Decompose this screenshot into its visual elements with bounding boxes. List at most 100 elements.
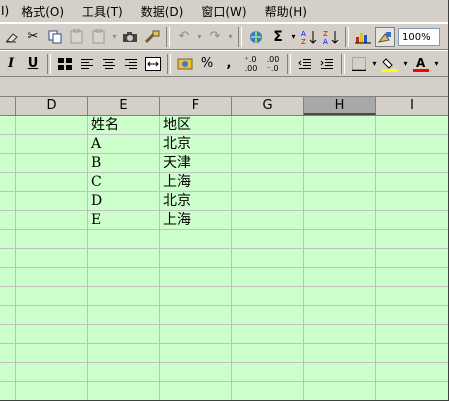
standard-toolbar: ✂ ▾ ↶ ▾ ↷ ▾ Σ ▾ AZ ZA 100%	[0, 23, 449, 50]
borders-dropdown-icon[interactable]: ▾	[370, 54, 379, 74]
increase-indent-icon[interactable]	[317, 54, 337, 74]
menu-bar: I) 格式(O) 工具(T) 数据(D) 窗口(W) 帮助(H)	[0, 0, 449, 23]
cell-f[interactable]: 上海	[160, 211, 191, 230]
drawing-icon[interactable]	[375, 26, 395, 47]
gridline	[0, 343, 449, 344]
align-right-icon[interactable]	[121, 54, 141, 74]
currency-icon[interactable]	[175, 54, 195, 74]
eraser-icon[interactable]	[1, 27, 21, 47]
format-painter-icon[interactable]	[142, 27, 162, 47]
gridline	[0, 362, 449, 363]
gridline	[15, 116, 16, 401]
toolbar-separator	[341, 53, 345, 74]
column-header-f[interactable]: F	[160, 97, 232, 115]
svg-text:Z: Z	[301, 38, 306, 45]
cell-e[interactable]: C	[88, 173, 102, 192]
toolbar-separator	[167, 53, 171, 74]
gridline	[0, 381, 449, 382]
gridline	[303, 116, 304, 401]
chart-wizard-icon[interactable]	[353, 27, 373, 47]
column-header-row: D E F G H I	[0, 97, 449, 116]
cell-e-header[interactable]: 姓名	[88, 116, 119, 135]
redo-icon[interactable]: ↷	[205, 27, 225, 47]
cell-grid[interactable]: 姓名 A B C D E 地区 北京 天津 上海 北京 上海	[0, 116, 449, 401]
cell-f[interactable]: 北京	[160, 135, 191, 154]
menu-data[interactable]: 数据(D)	[141, 3, 184, 20]
gridline	[375, 116, 376, 401]
fill-color-dropdown-icon[interactable]: ▾	[401, 54, 410, 74]
italic-icon[interactable]: I	[1, 54, 21, 74]
column-header-g[interactable]: G	[232, 97, 304, 115]
gridline	[0, 248, 449, 249]
autosum-icon[interactable]: Σ	[268, 27, 288, 47]
toolbar-separator	[345, 26, 349, 47]
camera-icon[interactable]	[120, 27, 140, 47]
column-header-h[interactable]: H	[304, 97, 376, 115]
cell-f[interactable]: 天津	[160, 154, 191, 173]
cell-e[interactable]: D	[88, 192, 102, 211]
undo-icon[interactable]: ↶	[174, 27, 194, 47]
cell-f-header[interactable]: 地区	[160, 116, 191, 135]
underline-icon[interactable]: U	[23, 54, 43, 74]
menu-tools[interactable]: 工具(T)	[82, 3, 123, 20]
column-header-partial[interactable]	[0, 97, 16, 115]
merge-cells-icon[interactable]	[55, 54, 75, 74]
formatting-toolbar: I U % , ⁺.0.00 .00 ⁻.0 ▾ ▾ A ▾	[0, 50, 449, 77]
comma-icon[interactable]: ,	[219, 54, 239, 74]
undo-dropdown-icon[interactable]: ▾	[195, 27, 204, 47]
fill-color-icon[interactable]	[380, 54, 400, 74]
gridline	[0, 210, 449, 211]
cell-f[interactable]: 上海	[160, 173, 191, 192]
toolbar-separator	[47, 53, 51, 74]
menu-help[interactable]: 帮助(H)	[265, 3, 307, 20]
gridline	[0, 286, 449, 287]
menu-window[interactable]: 窗口(W)	[201, 3, 246, 20]
paste-dropdown-icon[interactable]: ▾	[110, 27, 119, 47]
column-header-i[interactable]: I	[376, 97, 449, 115]
gridline	[231, 116, 232, 401]
hyperlink-icon[interactable]	[246, 27, 266, 47]
paste-options-icon[interactable]	[89, 27, 109, 47]
sort-descending-icon[interactable]: ZA	[321, 27, 341, 47]
cell-e[interactable]: B	[88, 154, 101, 173]
merge-center-icon[interactable]	[143, 54, 163, 74]
decrease-decimal-icon[interactable]: .00 ⁻.0	[263, 54, 283, 74]
cut-icon[interactable]: ✂	[23, 27, 43, 47]
gridline	[0, 229, 449, 230]
column-header-d[interactable]: D	[16, 97, 88, 115]
redo-dropdown-icon[interactable]: ▾	[226, 27, 235, 47]
formula-bar-area	[0, 77, 449, 97]
cell-e[interactable]: E	[88, 211, 101, 230]
cell-f[interactable]: 北京	[160, 192, 191, 211]
toolbar-separator	[238, 26, 242, 47]
borders-icon[interactable]	[349, 54, 369, 74]
paste-icon[interactable]	[67, 27, 87, 47]
column-header-e[interactable]: E	[88, 97, 160, 115]
font-color-icon[interactable]: A	[411, 54, 431, 74]
gridline	[0, 172, 449, 173]
gridline	[0, 153, 449, 154]
svg-text:A: A	[323, 38, 328, 45]
gridline	[0, 267, 449, 268]
copy-icon[interactable]	[45, 27, 65, 47]
decrease-indent-icon[interactable]	[295, 54, 315, 74]
cell-e[interactable]: A	[88, 135, 101, 154]
svg-text:Z: Z	[323, 30, 328, 38]
gridline	[0, 134, 449, 135]
align-center-icon[interactable]	[99, 54, 119, 74]
percent-icon[interactable]: %	[197, 54, 217, 74]
gridline	[0, 305, 449, 306]
sort-ascending-icon[interactable]: AZ	[299, 27, 319, 47]
gridline	[0, 191, 449, 192]
menu-partial[interactable]: I)	[1, 4, 9, 18]
svg-text:A: A	[301, 30, 306, 38]
svg-text:A: A	[416, 56, 426, 70]
toolbar-separator	[287, 53, 291, 74]
increase-decimal-icon[interactable]: ⁺.0.00	[241, 54, 261, 74]
gridline	[0, 324, 449, 325]
zoom-input[interactable]: 100%	[398, 27, 440, 46]
font-color-dropdown-icon[interactable]: ▾	[432, 54, 441, 74]
autosum-dropdown-icon[interactable]: ▾	[289, 27, 298, 47]
align-left-icon[interactable]	[77, 54, 97, 74]
menu-format[interactable]: 格式(O)	[21, 3, 64, 20]
